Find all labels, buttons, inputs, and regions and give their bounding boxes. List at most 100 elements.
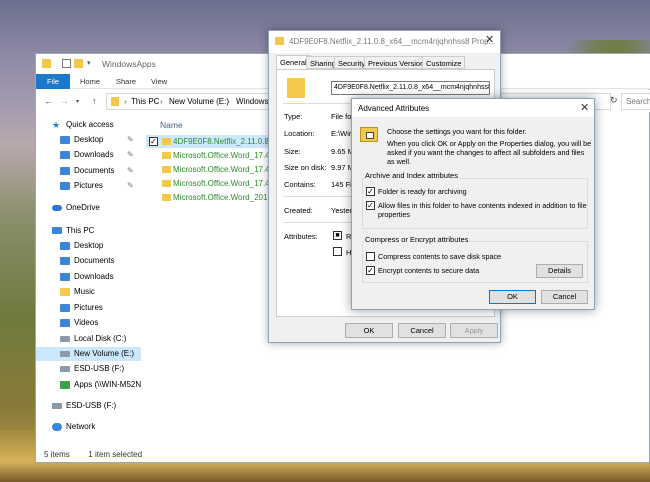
sidebar-item[interactable]: Music <box>36 285 141 299</box>
sidebar-item[interactable]: Downloads <box>36 270 141 284</box>
search-input[interactable]: Search <box>621 93 650 110</box>
downloads-icon <box>60 273 70 281</box>
documents-icon <box>60 167 70 175</box>
row-checkbox[interactable]: ✓ <box>149 137 158 146</box>
size-label: Size: <box>284 147 301 156</box>
created-label: Created: <box>284 206 313 215</box>
sidebar-item[interactable]: Pictures ✎ <box>36 179 141 193</box>
drive-icon <box>60 336 70 342</box>
close-icon[interactable]: ✕ <box>485 33 494 46</box>
onedrive-icon <box>52 205 62 211</box>
sidebar-item-label: Network <box>66 422 96 431</box>
sidebar-item[interactable]: Documents <box>36 254 141 268</box>
column-name-header[interactable]: Name <box>160 120 183 130</box>
index-checkbox[interactable]: ✓ <box>366 201 375 210</box>
customize-toolbar-icon[interactable]: ▾ <box>87 59 96 68</box>
encrypt-checkbox[interactable]: ✓ <box>366 266 375 275</box>
details-button[interactable]: Details <box>536 264 583 278</box>
sidebar-item-label: Downloads <box>74 272 114 281</box>
network-drive-icon <box>60 381 70 389</box>
sidebar-item[interactable]: Desktop ✎ <box>36 133 141 147</box>
folder-name-field[interactable]: 4DF9E0F8.Netflix_2.11.0.8_x64__mcm4njqhn… <box>331 81 490 95</box>
properties-ok-button[interactable]: OK <box>345 323 393 338</box>
sidebar-item-label: Desktop <box>74 241 104 250</box>
navigation-pane: ★ Quick access Desktop ✎ Downloads ✎ Documents… <box>36 112 141 447</box>
sidebar-item-label: Documents <box>74 256 115 265</box>
properties-apply-button[interactable]: Apply <box>450 323 498 338</box>
tab-file[interactable]: File <box>36 74 70 89</box>
sidebar-item[interactable]: Network <box>36 420 141 434</box>
large-folder-icon <box>287 78 305 98</box>
desktop-icon <box>60 242 70 250</box>
hidden-checkbox[interactable] <box>333 247 342 256</box>
file-row[interactable]: ✓ 4DF9E0F8.Netflix_2.11.0.8_x6 <box>146 135 276 148</box>
sidebar-item[interactable]: Downloads ✎ <box>36 148 141 162</box>
properties-icon[interactable] <box>62 59 71 68</box>
advanced-intro-line1: Choose the settings you want for this fo… <box>387 127 527 136</box>
file-row[interactable]: Microsoft.Office.Word_17.40 <box>146 149 276 162</box>
up-arrow-icon[interactable]: ↑ <box>92 96 97 106</box>
location-value: E:\Win <box>331 129 354 138</box>
back-arrow-icon[interactable]: ← <box>44 96 53 106</box>
advanced-ok-button[interactable]: OK <box>489 290 536 304</box>
tab-customize[interactable]: Customize <box>422 56 466 69</box>
sidebar-item[interactable]: ★ Quick access <box>36 118 141 132</box>
compress-checkbox[interactable] <box>366 252 375 261</box>
file-name: Microsoft.Office.Word_2015.4 <box>173 193 276 202</box>
window-title: WindowsApps <box>102 59 156 69</box>
sidebar-item[interactable]: New Volume (E:) <box>36 347 141 361</box>
file-name: 4DF9E0F8.Netflix_2.11.0.8_x6 <box>173 137 276 146</box>
sidebar-item[interactable]: ESD-USB (F:) <box>36 362 141 376</box>
tab-view[interactable]: View <box>151 77 167 86</box>
file-name: Microsoft.Office.Word_17.40 <box>173 179 275 188</box>
tab-home[interactable]: Home <box>80 77 100 86</box>
breadcrumb-separator-icon: › <box>227 97 230 106</box>
encrypt-checkbox-label: Encrypt contents to secure data <box>378 266 480 275</box>
sidebar-item-label: OneDrive <box>66 203 100 212</box>
sidebar-item[interactable]: Documents ✎ <box>36 164 141 178</box>
advanced-cancel-button[interactable]: Cancel <box>541 290 588 304</box>
new-folder-icon[interactable] <box>74 59 83 68</box>
file-row[interactable]: Microsoft.Office.Word_17.40 <box>146 163 276 176</box>
file-row[interactable]: Microsoft.Office.Word_2015.4 <box>146 191 276 204</box>
sidebar-item[interactable]: Pictures <box>36 301 141 315</box>
sidebar-item-label: Apps (\\WIN-M52N <box>74 380 142 389</box>
type-label: Type: <box>284 112 303 121</box>
archive-checkbox-label: Folder is ready for archiving <box>378 187 467 196</box>
breadcrumb-this-pc[interactable]: This PC <box>131 97 159 106</box>
recent-locations-icon[interactable]: ▾ <box>76 98 79 105</box>
type-value: File fo <box>331 112 352 121</box>
music-icon <box>60 288 70 296</box>
refresh-icon[interactable]: ↻ <box>610 95 618 106</box>
advanced-title: Advanced Attributes <box>358 104 430 113</box>
sidebar-item[interactable]: This PC <box>36 224 141 238</box>
file-row[interactable]: Microsoft.Office.Word_17.40 <box>146 177 276 190</box>
sidebar-item[interactable]: Apps (\\WIN-M52N <box>36 378 141 392</box>
forward-arrow-icon[interactable]: → <box>60 96 69 106</box>
usb-drive-icon <box>52 403 62 409</box>
archive-checkbox[interactable]: ✓ <box>366 187 375 196</box>
sidebar-item-label: Videos <box>74 318 99 327</box>
drive-icon <box>60 351 70 357</box>
sidebar-item[interactable]: OneDrive <box>36 201 141 215</box>
sidebar-item-label: Documents <box>74 166 115 175</box>
breadcrumb-new-volume[interactable]: New Volume (E:) <box>169 97 229 106</box>
status-item-count: 5 items <box>44 450 70 459</box>
sidebar-item[interactable]: ESD-USB (F:) <box>36 399 141 413</box>
close-icon[interactable]: ✕ <box>580 101 589 114</box>
sidebar-item[interactable]: Desktop <box>36 239 141 253</box>
properties-cancel-button[interactable]: Cancel <box>398 323 446 338</box>
folder-icon <box>162 138 171 145</box>
tab-share[interactable]: Share <box>116 77 136 86</box>
folder-icon <box>162 194 171 201</box>
videos-icon <box>60 319 70 327</box>
advanced-title-bar: Advanced Attributes ✕ <box>352 99 594 117</box>
sidebar-item[interactable]: Videos <box>36 316 141 330</box>
sidebar-item-label: ESD-USB (F:) <box>74 364 125 373</box>
index-checkbox-label: Allow files in this folder to have conte… <box>378 201 587 219</box>
readonly-checkbox[interactable]: ■ <box>333 231 342 240</box>
sidebar-item[interactable]: Local Disk (C:) <box>36 332 141 346</box>
folder-icon <box>42 59 51 68</box>
sidebar-item-label: Pictures <box>74 303 103 312</box>
folder-icon <box>275 37 284 45</box>
